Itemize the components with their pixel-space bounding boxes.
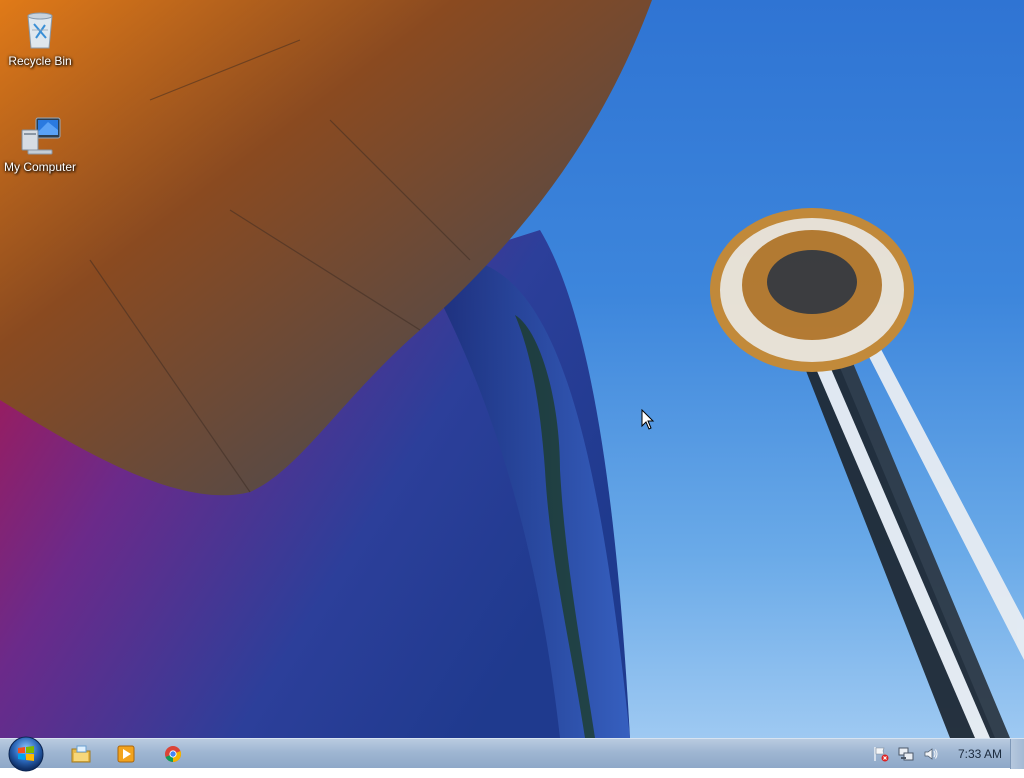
desktop-icon-label: My Computer xyxy=(3,160,77,174)
media-player-icon xyxy=(117,745,135,763)
taskbar-media-player-button[interactable] xyxy=(111,741,141,767)
wallpaper-image xyxy=(0,0,1024,738)
taskbar-explorer-button[interactable] xyxy=(66,741,96,767)
computer-icon xyxy=(18,114,62,158)
start-button[interactable] xyxy=(7,735,45,773)
action-center-flag-icon[interactable] xyxy=(872,745,890,763)
network-icon[interactable] xyxy=(897,745,915,763)
desktop-background[interactable]: Recycle Bin My Computer xyxy=(0,0,1024,738)
volume-icon[interactable] xyxy=(922,745,940,763)
mouse-cursor-icon xyxy=(641,409,655,430)
recycle-bin-icon xyxy=(18,8,62,52)
space-needle xyxy=(710,208,1024,738)
show-desktop-button[interactable] xyxy=(1010,739,1024,769)
taskbar-clock[interactable]: 7:33 AM xyxy=(958,747,1002,761)
windows-logo-icon xyxy=(8,736,44,772)
system-tray: 7:33 AM xyxy=(865,739,1006,769)
desktop-icon-label: Recycle Bin xyxy=(8,54,72,68)
chrome-icon xyxy=(165,746,182,763)
taskbar-chrome-button[interactable] xyxy=(158,741,188,767)
folder-icon xyxy=(71,745,91,763)
desktop-icon-my-computer[interactable]: My Computer xyxy=(0,114,80,174)
desktop-icon-recycle-bin[interactable]: Recycle Bin xyxy=(0,8,80,68)
taskbar: 7:33 AM xyxy=(0,736,1024,772)
